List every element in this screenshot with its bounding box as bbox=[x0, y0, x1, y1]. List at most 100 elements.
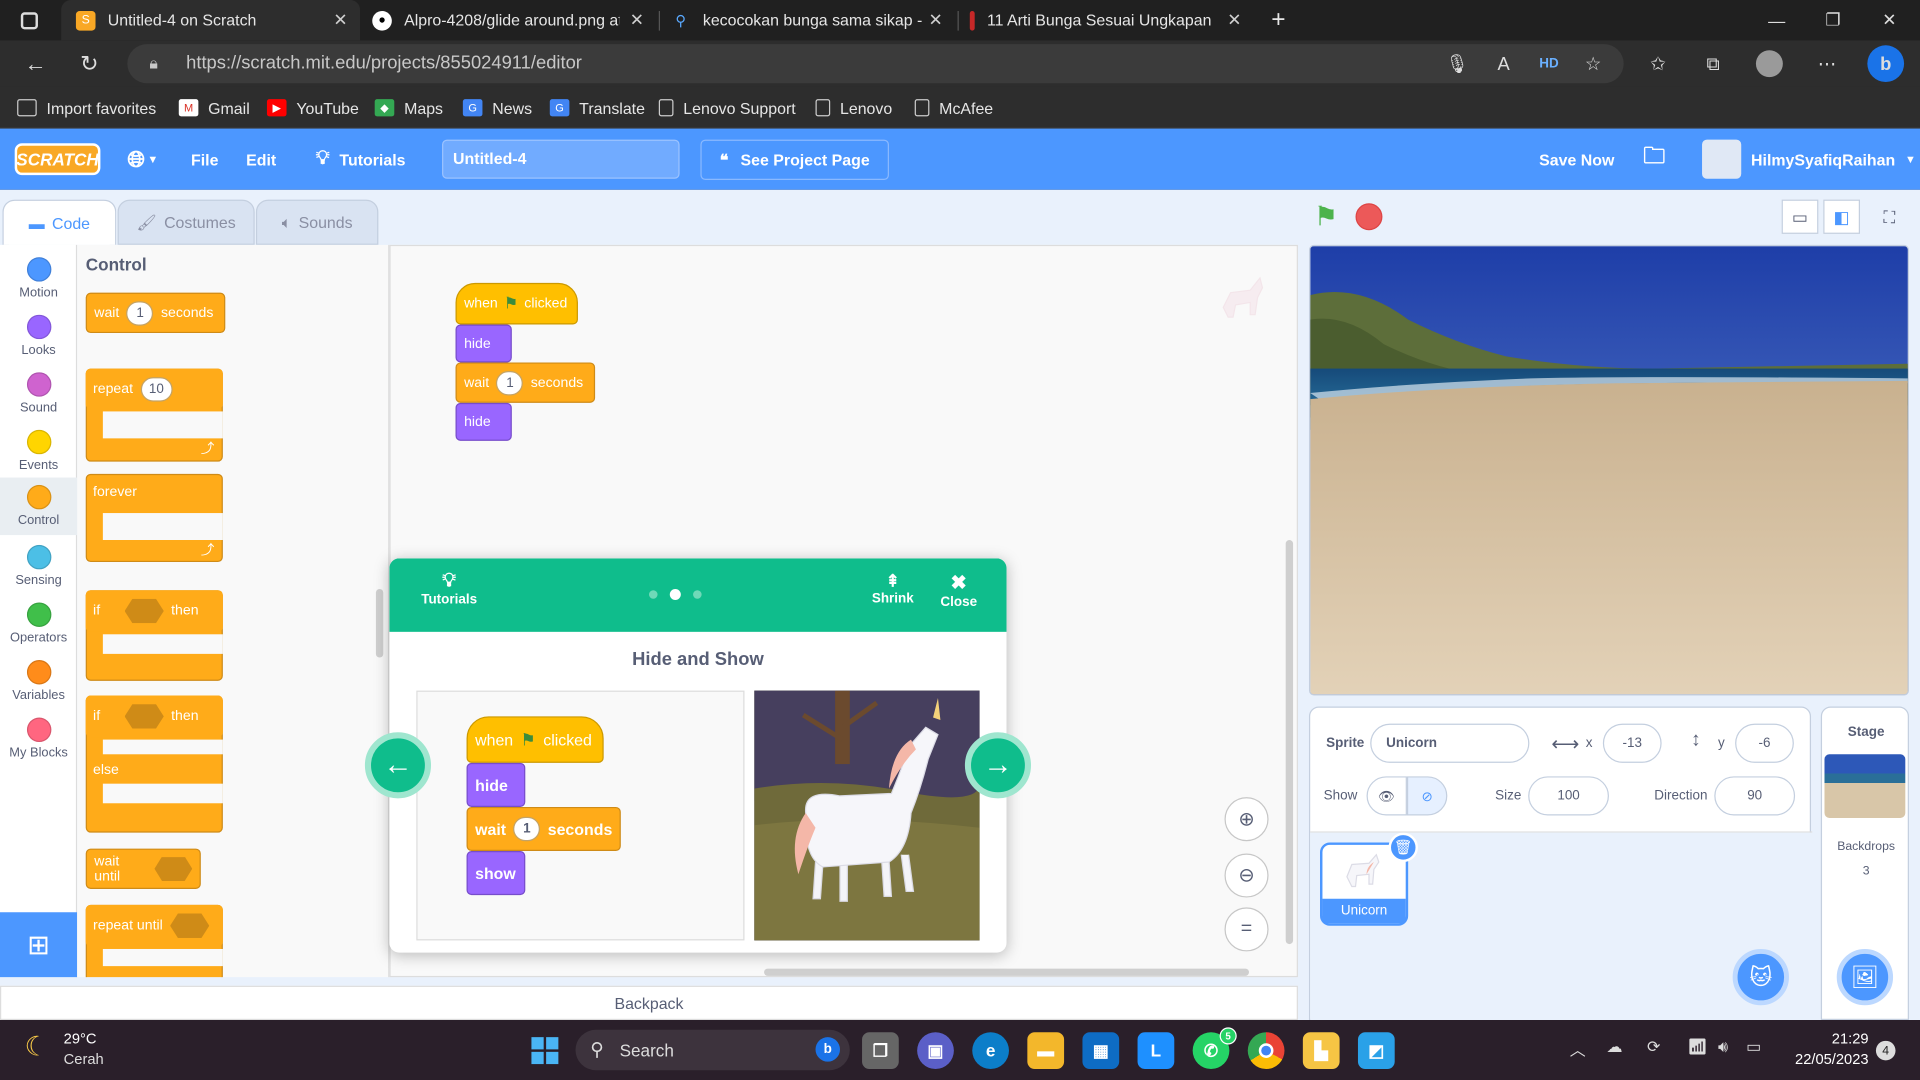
save-now-button[interactable]: Save Now bbox=[1539, 129, 1614, 190]
delete-sprite-button[interactable]: 🗑︎ bbox=[1388, 832, 1418, 863]
browser-tab-scratch[interactable]: S Untitled-4 on Scratch ✕ bbox=[61, 0, 361, 41]
show-visible-button[interactable]: 👁︎ bbox=[1366, 776, 1407, 816]
weather-icon[interactable]: ☾ bbox=[24, 1031, 48, 1063]
edge-icon[interactable]: e bbox=[972, 1032, 1009, 1069]
horizontal-scrollbar[interactable] bbox=[764, 968, 1249, 976]
stage-canvas[interactable] bbox=[1308, 244, 1909, 696]
block-input[interactable]: 1 bbox=[126, 300, 154, 326]
tab-actions-button[interactable] bbox=[10, 0, 52, 40]
fav-mcafee[interactable]: McAfee bbox=[914, 96, 993, 120]
category-motion[interactable]: Motion bbox=[0, 250, 77, 308]
vertical-scrollbar[interactable] bbox=[1285, 540, 1294, 945]
project-title-input[interactable]: Untitled-4 bbox=[442, 139, 680, 179]
category-operators[interactable]: Operators bbox=[0, 595, 77, 653]
choose-sprite-button[interactable]: 🐱︎ bbox=[1732, 948, 1789, 1006]
volume-icon[interactable]: 🔊︎ bbox=[1718, 1037, 1728, 1057]
refresh-button[interactable]: ↻ bbox=[71, 45, 108, 82]
tutorials-library-button[interactable]: 💡︎ Tutorials bbox=[421, 571, 477, 608]
browser-tab-github[interactable]: ● Alpro-4208/glide around.png at ✕ bbox=[362, 0, 656, 40]
fav-import-favorites[interactable]: Import favorites bbox=[17, 96, 156, 120]
tray-overflow-icon[interactable]: ︿ bbox=[1570, 1037, 1586, 1060]
profile-icon[interactable] bbox=[1753, 48, 1785, 80]
fav-news[interactable]: G News bbox=[462, 96, 532, 120]
condition-slot[interactable] bbox=[154, 856, 193, 882]
browser-tab-search[interactable]: ⚲ kecocokan bunga sama sikap - S ✕ bbox=[661, 0, 955, 40]
fav-lenovo[interactable]: Lenovo bbox=[815, 96, 892, 120]
start-button[interactable] bbox=[527, 1032, 564, 1069]
window-close-button[interactable]: ✕ bbox=[1861, 0, 1917, 40]
teams-chat-icon[interactable]: ▣ bbox=[917, 1032, 954, 1069]
block-wait[interactable]: wait 1 seconds bbox=[85, 292, 226, 334]
block-wait-until[interactable]: wait until bbox=[85, 848, 201, 889]
collections-icon[interactable]: ⧉ bbox=[1697, 48, 1729, 80]
category-my-blocks[interactable]: My Blocks bbox=[0, 710, 77, 768]
task-view-icon[interactable]: ❐ bbox=[862, 1032, 899, 1069]
new-tab-button[interactable]: + bbox=[1261, 0, 1295, 40]
palette-scrollbar[interactable] bbox=[375, 588, 384, 658]
whatsapp-icon[interactable]: ✆ 5 bbox=[1192, 1027, 1237, 1069]
tab-costumes[interactable]: 🖌︎ Costumes bbox=[117, 199, 255, 245]
clock-date[interactable]: 22/05/2023 bbox=[1788, 1051, 1869, 1068]
sticky-folder-icon[interactable]: ▙ bbox=[1302, 1032, 1340, 1069]
shrink-button[interactable]: ⇞ Shrink bbox=[872, 571, 914, 607]
wifi-icon[interactable]: 📶︎ bbox=[1687, 1037, 1707, 1057]
zoom-in-button[interactable]: ⊕ bbox=[1224, 797, 1269, 842]
green-flag-button[interactable]: ⚑ bbox=[1314, 201, 1338, 233]
tutorials-button[interactable]: 💡︎ Tutorials bbox=[316, 129, 406, 190]
close-tab-icon[interactable]: ✕ bbox=[928, 10, 942, 31]
file-menu[interactable]: File bbox=[191, 129, 218, 190]
block-repeat-until-head[interactable]: repeat until bbox=[85, 904, 223, 947]
close-tab-icon[interactable]: ✕ bbox=[1227, 10, 1241, 31]
category-variables[interactable]: Variables bbox=[0, 653, 77, 711]
script-wait-block[interactable]: wait 1 seconds bbox=[455, 362, 596, 403]
see-project-page-button[interactable]: ❝ See Project Page bbox=[700, 139, 889, 181]
hd-icon[interactable]: HD bbox=[1533, 48, 1565, 80]
x-input[interactable]: -13 bbox=[1602, 723, 1662, 763]
normal-stage-button[interactable]: ◧ bbox=[1823, 199, 1861, 234]
block-if-else-head[interactable]: if then bbox=[85, 695, 223, 738]
battery-icon[interactable]: ▭ bbox=[1746, 1037, 1761, 1057]
account-menu[interactable]: HilmySyafiqRaihan ▼ bbox=[1702, 129, 1916, 190]
y-input[interactable]: -6 bbox=[1735, 723, 1794, 763]
block-if-head[interactable]: if then bbox=[85, 590, 223, 632]
bing-icon[interactable]: b bbox=[1867, 45, 1905, 83]
script-hide-block[interactable]: hide bbox=[455, 324, 512, 363]
favorites-icon[interactable]: ✩ bbox=[1642, 48, 1674, 80]
condition-slot[interactable] bbox=[124, 598, 164, 624]
condition-slot[interactable] bbox=[124, 704, 164, 729]
fullscreen-button[interactable]: ⛶ bbox=[1871, 200, 1908, 234]
store-icon[interactable]: ▦ bbox=[1082, 1032, 1120, 1069]
size-input[interactable]: 100 bbox=[1528, 776, 1609, 816]
direction-input[interactable]: 90 bbox=[1714, 776, 1796, 816]
clock-time[interactable]: 21:29 bbox=[1827, 1030, 1869, 1047]
onedrive-icon[interactable]: ☁ bbox=[1607, 1037, 1623, 1057]
tab-code[interactable]: ▬ Code bbox=[2, 199, 117, 245]
condition-slot[interactable] bbox=[170, 913, 210, 938]
restore-button[interactable]: ❐ bbox=[1805, 0, 1861, 40]
category-looks[interactable]: Looks bbox=[0, 307, 77, 365]
close-tutorial-button[interactable]: ✖ Close bbox=[940, 571, 977, 610]
category-sensing[interactable]: Sensing bbox=[0, 538, 77, 596]
add-extension-button[interactable]: ⊞ bbox=[0, 912, 78, 978]
file-explorer-icon[interactable]: ▬ bbox=[1027, 1032, 1065, 1069]
show-hidden-button[interactable]: ⊘ bbox=[1406, 776, 1448, 816]
photos-icon[interactable]: ◩ bbox=[1357, 1032, 1395, 1069]
my-stuff-button[interactable]: 🗀 bbox=[1643, 129, 1665, 190]
stop-button[interactable] bbox=[1355, 203, 1383, 231]
more-menu-icon[interactable]: ⋯ bbox=[1811, 48, 1843, 80]
zoom-reset-button[interactable]: = bbox=[1224, 907, 1269, 952]
chrome-icon[interactable] bbox=[1247, 1032, 1285, 1069]
close-tab-icon[interactable]: ✕ bbox=[630, 10, 644, 31]
choose-backdrop-button[interactable]: 🖼︎ bbox=[1836, 948, 1894, 1006]
read-aloud-icon[interactable]: A bbox=[1488, 48, 1520, 80]
category-sound[interactable]: Sound bbox=[0, 365, 77, 423]
minimize-button[interactable]: — bbox=[1749, 0, 1805, 40]
block-repeat-head[interactable]: repeat 10 bbox=[85, 368, 223, 409]
browser-tab-flowers[interactable]: 11 Arti Bunga Sesuai Ungkapan I ✕ bbox=[960, 0, 1254, 40]
tab-sounds[interactable]: 🔈︎ Sounds bbox=[255, 199, 379, 245]
block-input[interactable]: 10 bbox=[140, 376, 173, 402]
address-bar[interactable]: 🔒︎ https://scratch.mit.edu/projects/8550… bbox=[127, 44, 1624, 84]
sprite-thumbnail[interactable]: Unicorn 🗑︎ bbox=[1320, 832, 1418, 926]
category-events[interactable]: Events bbox=[0, 422, 77, 480]
notification-badge[interactable]: 4 bbox=[1875, 1040, 1896, 1061]
